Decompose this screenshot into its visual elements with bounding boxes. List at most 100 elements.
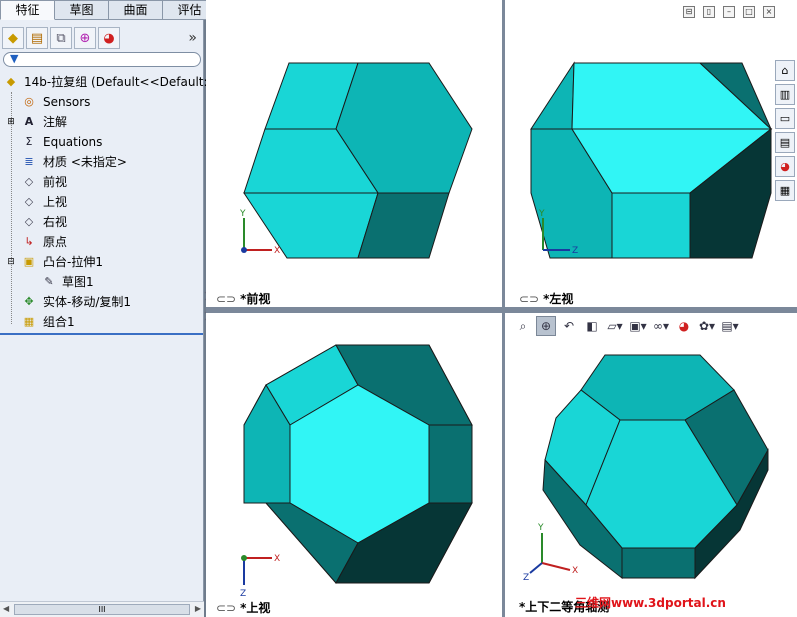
material-icon: ≣ [24, 155, 34, 168]
tree-filter-input[interactable]: ▼ [3, 52, 201, 67]
tree-item-equations[interactable]: Σ Equations [0, 132, 203, 152]
plane-icon: ◇ [24, 215, 34, 228]
axis-x-label: X [274, 554, 280, 564]
origin-icon: ↳ [24, 235, 34, 248]
file-explorer-icon[interactable]: ▭ [775, 108, 795, 129]
viewport-window-controls: ⊟ ▯ – □ × [683, 6, 775, 18]
link-views-icon[interactable]: ⊂⊃ [216, 292, 236, 306]
viewport-splitter-horizontal[interactable] [206, 307, 797, 313]
tree-item-label: Equations [43, 135, 103, 149]
section-view-icon[interactable]: ◧ [582, 316, 602, 336]
view-palette-icon[interactable]: ▤ [775, 132, 795, 153]
funnel-icon: ▼ [10, 52, 19, 65]
tree-item-boss-extrude[interactable]: ⊟ ▣ 凸台-拉伸1 [0, 252, 203, 272]
tree-item-sketch[interactable]: ✎ 草图1 [0, 272, 203, 292]
annotations-icon: A [24, 115, 34, 128]
display-manager-icon[interactable]: ◕ [98, 27, 120, 49]
watermark-text: 三维网www.3dportal.cn [575, 596, 726, 610]
heads-up-view-toolbar: ⌕ ⊕ ↶ ◧ ▱▾ ▣▾ ∞▾ ◕ ✿▾ ▤▾ [513, 316, 740, 336]
move-copy-icon: ✥ [24, 295, 34, 308]
viewport-dimetric[interactable]: Y X Z *上下二等角轴测 [505, 313, 797, 617]
tree-root-label: 14b-拉复组 (Default<<Default: [24, 75, 208, 89]
axis-y-label: Y [538, 209, 545, 219]
tree-item-origin[interactable]: ↳ 原点 [0, 232, 203, 252]
link-views-icon[interactable]: ⊂⊃ [216, 601, 236, 615]
home-icon[interactable]: ⌂ [775, 60, 795, 81]
tree-item-right-plane[interactable]: ◇ 右视 [0, 212, 203, 232]
view-orientation-icon[interactable]: ▱▾ [605, 316, 625, 336]
combine-icon: ▦ [23, 315, 35, 328]
configuration-manager-icon[interactable]: ⧉ [50, 27, 72, 49]
scrollbar-thumb[interactable]: III [14, 604, 190, 615]
viewport-label-front: ⊂⊃ *前视 [216, 292, 271, 306]
scroll-left-icon[interactable]: ◀ [3, 604, 9, 613]
previous-view-icon[interactable]: ↶ [559, 316, 579, 336]
tab-features[interactable]: 特征 [0, 0, 55, 20]
dimxpert-icon[interactable]: ⊕ [74, 27, 96, 49]
link-views-icon[interactable]: ⊂⊃ [519, 292, 539, 306]
tab-sketch[interactable]: 草图 [55, 0, 109, 20]
property-manager-icon[interactable]: ▤ [26, 27, 48, 49]
restore-icon[interactable]: ⊟ [683, 6, 695, 18]
viewport-label-top: ⊂⊃ *上视 [216, 601, 271, 615]
horizontal-scrollbar[interactable]: ◀ III ▶ [0, 601, 204, 617]
tree-item-label: Sensors [43, 95, 91, 109]
edit-appearance-icon[interactable]: ◕ [674, 316, 694, 336]
equations-icon: Σ [25, 135, 33, 148]
appearances-icon[interactable]: ◕ [775, 156, 795, 177]
top-view-model: Z X [240, 344, 473, 599]
expand-icon[interactable]: ⊞ [4, 115, 18, 129]
tab-surfaces[interactable]: 曲面 [109, 0, 163, 20]
tree-item-label: 凸台-拉伸1 [43, 255, 103, 269]
rollback-bar[interactable] [0, 333, 203, 335]
tree-item-sensors[interactable]: ◎ Sensors [0, 92, 203, 112]
close-icon[interactable]: × [763, 6, 775, 18]
zoom-area-icon[interactable]: ⊕ [536, 316, 556, 336]
axis-x-label: X [572, 566, 578, 576]
extrude-icon: ▣ [23, 255, 35, 268]
tree-item-label: 上视 [43, 195, 68, 209]
feature-tree: ◆ 14b-拉复组 (Default<<Default: ◎ Sensors ⊞… [0, 72, 208, 332]
axis-y-label: Y [537, 523, 544, 533]
zoom-to-fit-icon[interactable]: ⌕ [513, 316, 533, 336]
tree-item-combine[interactable]: ▦ 组合1 [0, 312, 203, 332]
feature-manager-icon[interactable]: ◆ [2, 27, 24, 49]
tree-item-top-plane[interactable]: ◇ 上视 [0, 192, 203, 212]
viewport-top[interactable]: Z X ⊂⊃ *上视 [206, 313, 502, 617]
tree-item-label: 材质 <未指定> [43, 155, 127, 169]
tree-item-material[interactable]: ≣ 材质 <未指定> [0, 152, 203, 172]
tree-item-label: 原点 [43, 235, 68, 249]
viewport-label-left: ⊂⊃ *左视 [519, 292, 574, 306]
left-view-model: Y Z [530, 61, 773, 259]
viewport-front[interactable]: Y X ⊂⊃ *前视 [206, 0, 502, 307]
custom-properties-icon[interactable]: ▦ [775, 180, 795, 201]
minimize-icon[interactable]: – [723, 6, 735, 18]
tree-item-annotations[interactable]: ⊞ A 注解 [0, 112, 203, 132]
tree-item-label: 前视 [43, 175, 68, 189]
sketch-icon: ✎ [44, 275, 54, 288]
tree-root[interactable]: ◆ 14b-拉复组 (Default<<Default: [0, 72, 208, 92]
axis-x-label: X [274, 246, 280, 256]
view-settings-icon[interactable]: ▤▾ [720, 316, 740, 336]
dimetric-view-model: Y X Z [523, 354, 769, 583]
plane-icon: ◇ [24, 195, 34, 208]
design-library-icon[interactable]: ▥ [775, 84, 795, 105]
tree-item-label: 实体-移动/复制1 [43, 295, 132, 309]
manager-toolbar: ◆ ▤ ⧉ ⊕ ◕ » [2, 25, 201, 51]
scroll-right-icon[interactable]: ▶ [195, 604, 201, 613]
hide-show-icon[interactable]: ∞▾ [651, 316, 671, 336]
viewport-left[interactable]: Y Z ⊟ ▯ – □ × ⊂⊃ *左视 [505, 0, 797, 307]
tree-item-label: 草图1 [62, 275, 94, 289]
maximize-icon[interactable]: □ [743, 6, 755, 18]
tree-item-move-copy[interactable]: ✥ 实体-移动/复制1 [0, 292, 203, 312]
tree-item-label: 右视 [43, 215, 68, 229]
display-style-icon[interactable]: ▣▾ [628, 316, 648, 336]
more-tabs-button[interactable]: » [188, 30, 201, 46]
tree-item-front-plane[interactable]: ◇ 前视 [0, 172, 203, 192]
tile-icon[interactable]: ▯ [703, 6, 715, 18]
collapse-icon[interactable]: ⊟ [4, 255, 18, 269]
front-view-model: Y X [239, 62, 473, 259]
tree-item-label: 组合1 [43, 315, 75, 329]
apply-scene-icon[interactable]: ✿▾ [697, 316, 717, 336]
command-manager-tabs: 特征 草图 曲面 评估 [0, 0, 217, 20]
